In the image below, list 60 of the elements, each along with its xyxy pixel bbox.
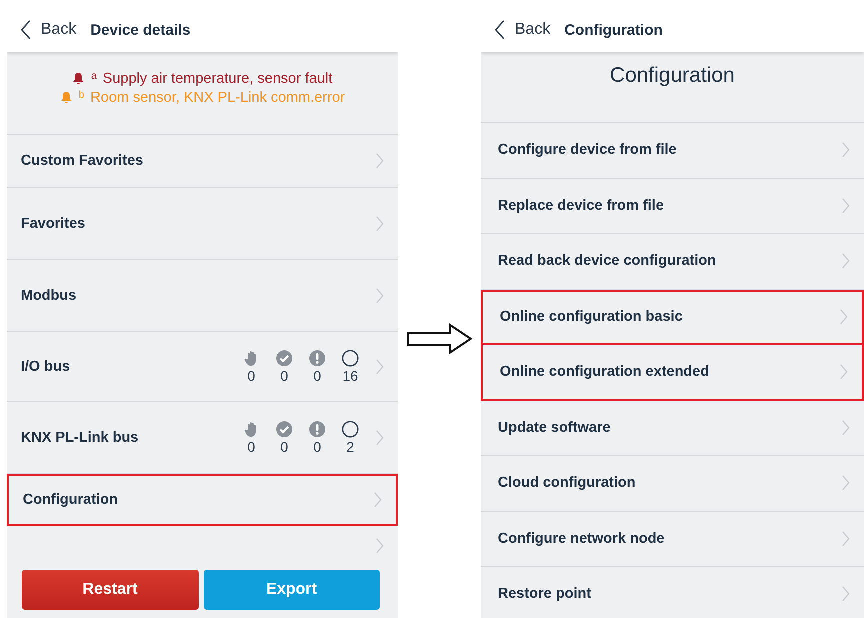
back-chevron-icon <box>21 20 31 40</box>
screen-title: Device details <box>90 22 191 38</box>
menu-row[interactable]: Favorites <box>7 188 398 260</box>
alert-text: Room sensor, KNX PL-Link comm.error <box>90 90 346 106</box>
menu-row[interactable]: Read back device configuration <box>481 234 864 290</box>
arrow-right-icon <box>406 323 472 355</box>
menu-row[interactable]: Cloud configuration <box>481 456 864 512</box>
menu-row[interactable]: I/O bus 0 0 0 16 <box>7 332 398 402</box>
exclamation-circle-icon <box>309 420 326 438</box>
chevron-right-icon <box>842 475 850 492</box>
page-heading: Configuration <box>610 64 735 89</box>
back-button[interactable]: Back <box>495 20 551 40</box>
chevron-right-icon <box>376 358 384 374</box>
menu-row[interactable]: Update software <box>481 400 864 456</box>
menu-row[interactable]: Configuration <box>7 474 398 526</box>
chevron-right-icon <box>840 309 848 326</box>
exclamation-circle-icon <box>309 350 326 366</box>
chevron-right-icon <box>842 586 850 602</box>
status-count: 0 <box>248 438 256 454</box>
check-circle-icon <box>276 420 293 438</box>
chevron-right-icon <box>842 530 850 547</box>
back-button[interactable]: Back <box>21 20 77 40</box>
screen-title: Configuration <box>564 22 663 38</box>
status-count: 0 <box>248 368 256 384</box>
alert-text: Supply air temperature, sensor fault <box>102 70 333 86</box>
chevron-right-icon <box>376 538 384 554</box>
back-chevron-icon <box>495 20 505 40</box>
alert-marker: b <box>78 90 84 100</box>
menu-row[interactable]: Modbus <box>7 260 398 332</box>
menu-row[interactable]: Custom Favorites <box>7 135 398 188</box>
check-circle-icon <box>276 350 293 366</box>
menu-row[interactable]: Replace device from file <box>481 178 864 234</box>
chevron-right-icon <box>842 142 850 158</box>
chevron-right-icon <box>842 198 850 214</box>
menu-row[interactable]: Online configuration extended <box>481 345 864 400</box>
chevron-right-icon <box>374 492 382 508</box>
chevron-right-icon <box>376 153 384 169</box>
alert-marker: a <box>91 70 97 82</box>
menu-row[interactable]: Configure network node <box>481 512 864 567</box>
status-count: 0 <box>280 368 288 384</box>
bell-icon <box>72 72 86 85</box>
chevron-right-icon <box>842 420 850 436</box>
status-count: 0 <box>314 438 322 454</box>
status-count: 16 <box>342 368 358 384</box>
circle-icon <box>342 420 359 438</box>
menu-row[interactable]: Online configuration basic <box>481 290 864 345</box>
status-count: 2 <box>346 438 354 454</box>
menu-row[interactable]: KNX PL-Link bus 0 0 0 2 <box>7 402 398 474</box>
bell-icon <box>60 91 73 104</box>
chevron-right-icon <box>376 216 384 232</box>
status-count: 0 <box>280 438 288 454</box>
chevron-right-icon <box>376 430 384 446</box>
circle-icon <box>342 350 359 366</box>
restart-button[interactable]: Restart <box>22 570 198 610</box>
chevron-right-icon <box>842 253 850 270</box>
chevron-right-icon <box>840 364 848 380</box>
status-count: 0 <box>314 368 322 384</box>
menu-row[interactable]: Configure device from file <box>481 123 864 178</box>
chevron-right-icon <box>376 288 384 304</box>
menu-row[interactable]: Restore point <box>481 567 864 618</box>
